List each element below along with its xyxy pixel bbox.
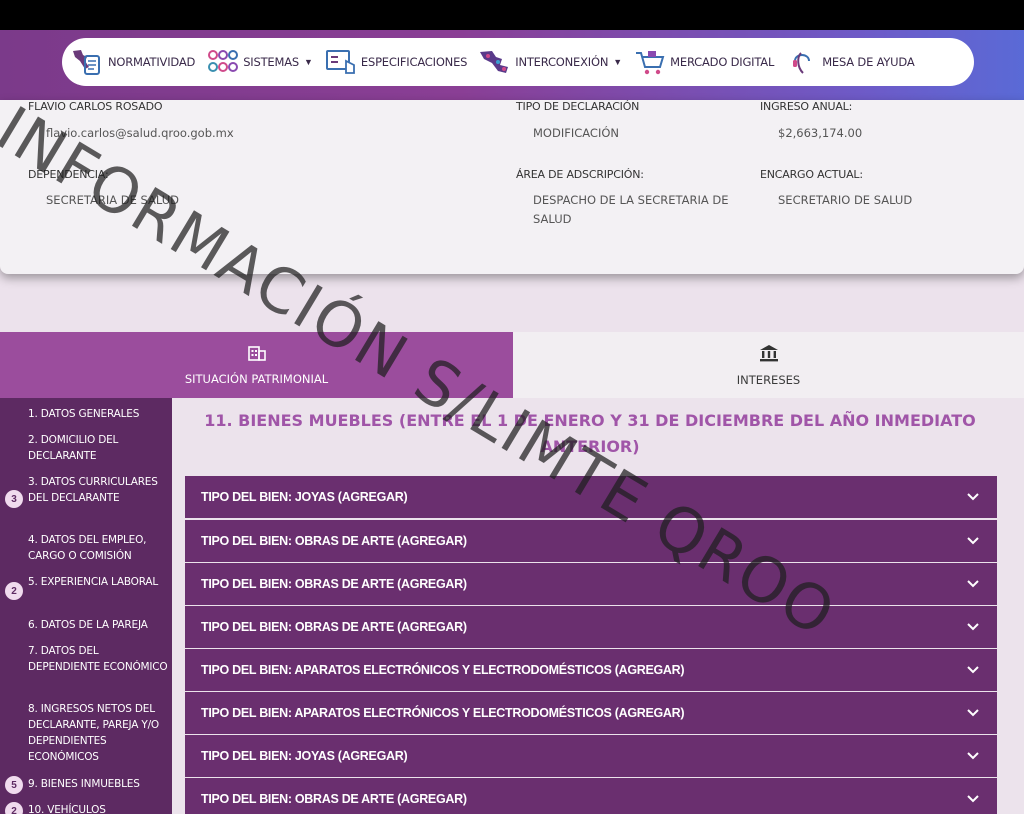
area-adscripcion-value-line1: DESPACHO DE LA SECRETARIA DE bbox=[533, 193, 729, 207]
nav-label: MESA DE AYUDA bbox=[822, 55, 915, 69]
accordion-label: TIPO DEL BIEN: OBRAS DE ARTE (AGREGAR) bbox=[201, 534, 467, 548]
tab-intereses[interactable]: INTERESES bbox=[513, 332, 1024, 398]
sidebar-item-label: 1. DATOS GENERALES bbox=[28, 408, 140, 420]
sidebar-item-domicilio[interactable]: 2. DOMICILIO DEL DECLARANTE bbox=[0, 432, 172, 464]
section-title-line1: 11. BIENES MUEBLES (ENTRE EL 1 DE ENERO … bbox=[204, 411, 976, 430]
bank-icon bbox=[759, 344, 779, 367]
tab-label: INTERESES bbox=[736, 372, 801, 387]
section-title-line2: ANTERIOR) bbox=[540, 437, 640, 456]
document-mexico-icon bbox=[70, 46, 106, 78]
accordion-item[interactable]: TIPO DEL BIEN: OBRAS DE ARTE (AGREGAR) bbox=[185, 778, 997, 814]
sidebar-item-label: 3. DATOS CURRICULARES DEL DECLARANTE bbox=[28, 476, 158, 504]
declarant-name: FLAVIO CARLOS ROSADO bbox=[28, 100, 163, 113]
nav-mesa-de-ayuda[interactable]: MESA DE AYUDA bbox=[784, 42, 915, 82]
accordion-label: TIPO DEL BIEN: APARATOS ELECTRÓNICOS Y E… bbox=[201, 663, 685, 677]
sidebar-item-datos-pareja[interactable]: 6. DATOS DE LA PAREJA bbox=[0, 617, 172, 633]
sidebar-item-experiencia-laboral[interactable]: 5. EXPERIENCIA LABORAL bbox=[0, 574, 172, 590]
area-adscripcion-label: ÁREA DE ADSCRIPCIÓN: bbox=[516, 168, 644, 181]
top-black-bar bbox=[0, 0, 1024, 30]
accordion-item[interactable]: TIPO DEL BIEN: JOYAS (AGREGAR) bbox=[185, 476, 997, 518]
chevron-down-icon bbox=[967, 790, 979, 808]
sidebar-item-ingresos-netos[interactable]: 8. INGRESOS NETOS DEL DECLARANTE, PAREJA… bbox=[0, 701, 172, 765]
accordion-item[interactable]: TIPO DEL BIEN: OBRAS DE ARTE (AGREGAR) bbox=[185, 563, 997, 605]
sidebar-item-label: 4. DATOS DEL EMPLEO, CARGO O COMISIÓN bbox=[28, 534, 147, 562]
chevron-down-icon: ▼ bbox=[303, 57, 313, 67]
encargo-actual-value: SECRETARIO DE SALUD bbox=[778, 193, 913, 207]
nav-especificaciones[interactable]: ESPECIFICACIONES bbox=[323, 42, 467, 82]
sidebar-item-label: 8. INGRESOS NETOS DEL DECLARANTE, PAREJA… bbox=[28, 703, 159, 763]
chevron-down-icon bbox=[967, 661, 979, 679]
chevron-down-icon bbox=[967, 618, 979, 636]
dependencia-value: SECRETARIA DE SALUD bbox=[46, 193, 180, 207]
sidebar: 1. DATOS GENERALES 2. DOMICILIO DEL DECL… bbox=[0, 398, 172, 814]
sidebar-item-datos-generales[interactable]: 1. DATOS GENERALES bbox=[0, 406, 172, 422]
sidebar-item-label: 2. DOMICILIO DEL DECLARANTE bbox=[28, 434, 119, 462]
circles-grid-icon bbox=[205, 46, 241, 78]
section-title: 11. BIENES MUEBLES (ENTRE EL 1 DE ENERO … bbox=[200, 408, 980, 460]
map-mexico-icon bbox=[477, 46, 513, 78]
accordion-label: TIPO DEL BIEN: OBRAS DE ARTE (AGREGAR) bbox=[201, 577, 467, 591]
nav-interconexion[interactable]: INTERCONEXIÓN ▼ bbox=[477, 42, 622, 82]
chevron-down-icon bbox=[967, 575, 979, 593]
sidebar-item-label: 7. DATOS DEL DEPENDIENTE ECONÓMICO bbox=[28, 645, 168, 673]
accordion-item[interactable]: TIPO DEL BIEN: JOYAS (AGREGAR) bbox=[185, 735, 997, 777]
tipo-declaracion-label: TIPO DE DECLARACIÓN bbox=[516, 100, 640, 113]
chevron-down-icon bbox=[967, 488, 979, 506]
accordion-item[interactable]: TIPO DEL BIEN: OBRAS DE ARTE (AGREGAR) bbox=[185, 606, 997, 648]
nav-label: ESPECIFICACIONES bbox=[360, 55, 468, 69]
accordion-label: TIPO DEL BIEN: OBRAS DE ARTE (AGREGAR) bbox=[201, 620, 467, 634]
tab-label: SITUACIÓN PATRIMONIAL bbox=[184, 371, 329, 386]
sidebar-item-datos-empleo[interactable]: 4. DATOS DEL EMPLEO, CARGO O COMISIÓN bbox=[0, 532, 172, 564]
nav-label: SISTEMAS bbox=[243, 55, 299, 69]
declarant-info-card: FLAVIO CARLOS ROSADO flavio.carlos@salud… bbox=[0, 100, 1024, 274]
nav-sistemas[interactable]: SISTEMAS ▼ bbox=[205, 42, 313, 82]
nav-label: MERCADO DIGITAL bbox=[670, 55, 775, 69]
accordion-label: TIPO DEL BIEN: APARATOS ELECTRÓNICOS Y E… bbox=[201, 706, 685, 720]
sidebar-item-bienes-inmuebles[interactable]: 9. BIENES INMUEBLES bbox=[0, 776, 172, 792]
ingreso-anual-label: INGRESO ANUAL: bbox=[760, 100, 853, 113]
nav-normatividad[interactable]: NORMATIVIDAD bbox=[70, 42, 195, 82]
nav-mercado-digital[interactable]: MERCADO DIGITAL bbox=[632, 42, 774, 82]
chevron-down-icon: ▼ bbox=[613, 57, 623, 67]
encargo-actual-label: ENCARGO ACTUAL: bbox=[760, 168, 863, 181]
ingreso-anual-value: $2,663,174.00 bbox=[778, 126, 863, 140]
headset-icon bbox=[784, 46, 820, 78]
sidebar-item-label: 6. DATOS DE LA PAREJA bbox=[28, 619, 148, 631]
cart-icon bbox=[632, 46, 668, 78]
sidebar-item-label: 10. VEHÍCULOS bbox=[28, 804, 106, 814]
tab-situacion-patrimonial[interactable]: SITUACIÓN PATRIMONIAL bbox=[0, 332, 513, 398]
sidebar-item-dependiente-economico[interactable]: 7. DATOS DEL DEPENDIENTE ECONÓMICO bbox=[0, 643, 172, 675]
accordion-label: TIPO DEL BIEN: JOYAS (AGREGAR) bbox=[201, 749, 408, 763]
sidebar-item-datos-curriculares[interactable]: 3. DATOS CURRICULARES DEL DECLARANTE bbox=[0, 474, 172, 506]
main-nav: NORMATIVIDAD SISTEMAS ▼ ESPECIFICACIONES… bbox=[62, 38, 974, 86]
chevron-down-icon bbox=[967, 704, 979, 722]
nav-label: INTERCONEXIÓN bbox=[515, 55, 609, 69]
area-adscripcion-value-line2: SALUD bbox=[533, 212, 572, 226]
chevron-down-icon bbox=[967, 747, 979, 765]
nav-label: NORMATIVIDAD bbox=[108, 55, 196, 69]
tipo-declaracion-value: MODIFICACIÓN bbox=[533, 126, 619, 140]
accordion-label: TIPO DEL BIEN: JOYAS (AGREGAR) bbox=[201, 490, 408, 504]
sidebar-item-label: 5. EXPERIENCIA LABORAL bbox=[28, 576, 159, 588]
building-icon bbox=[247, 345, 266, 366]
sidebar-item-label: 9. BIENES INMUEBLES bbox=[28, 778, 140, 790]
specs-touch-icon bbox=[323, 46, 359, 78]
accordion-item[interactable]: TIPO DEL BIEN: OBRAS DE ARTE (AGREGAR) bbox=[185, 520, 997, 562]
declarant-email: flavio.carlos@salud.qroo.gob.mx bbox=[46, 126, 234, 140]
accordion-label: TIPO DEL BIEN: OBRAS DE ARTE (AGREGAR) bbox=[201, 792, 467, 806]
dependencia-label: DEPENDENCIA: bbox=[28, 168, 109, 181]
sidebar-item-vehiculos[interactable]: 10. VEHÍCULOS bbox=[0, 802, 172, 814]
accordion-item[interactable]: TIPO DEL BIEN: APARATOS ELECTRÓNICOS Y E… bbox=[185, 649, 997, 691]
chevron-down-icon bbox=[967, 532, 979, 550]
accordion-item[interactable]: TIPO DEL BIEN: APARATOS ELECTRÓNICOS Y E… bbox=[185, 692, 997, 734]
